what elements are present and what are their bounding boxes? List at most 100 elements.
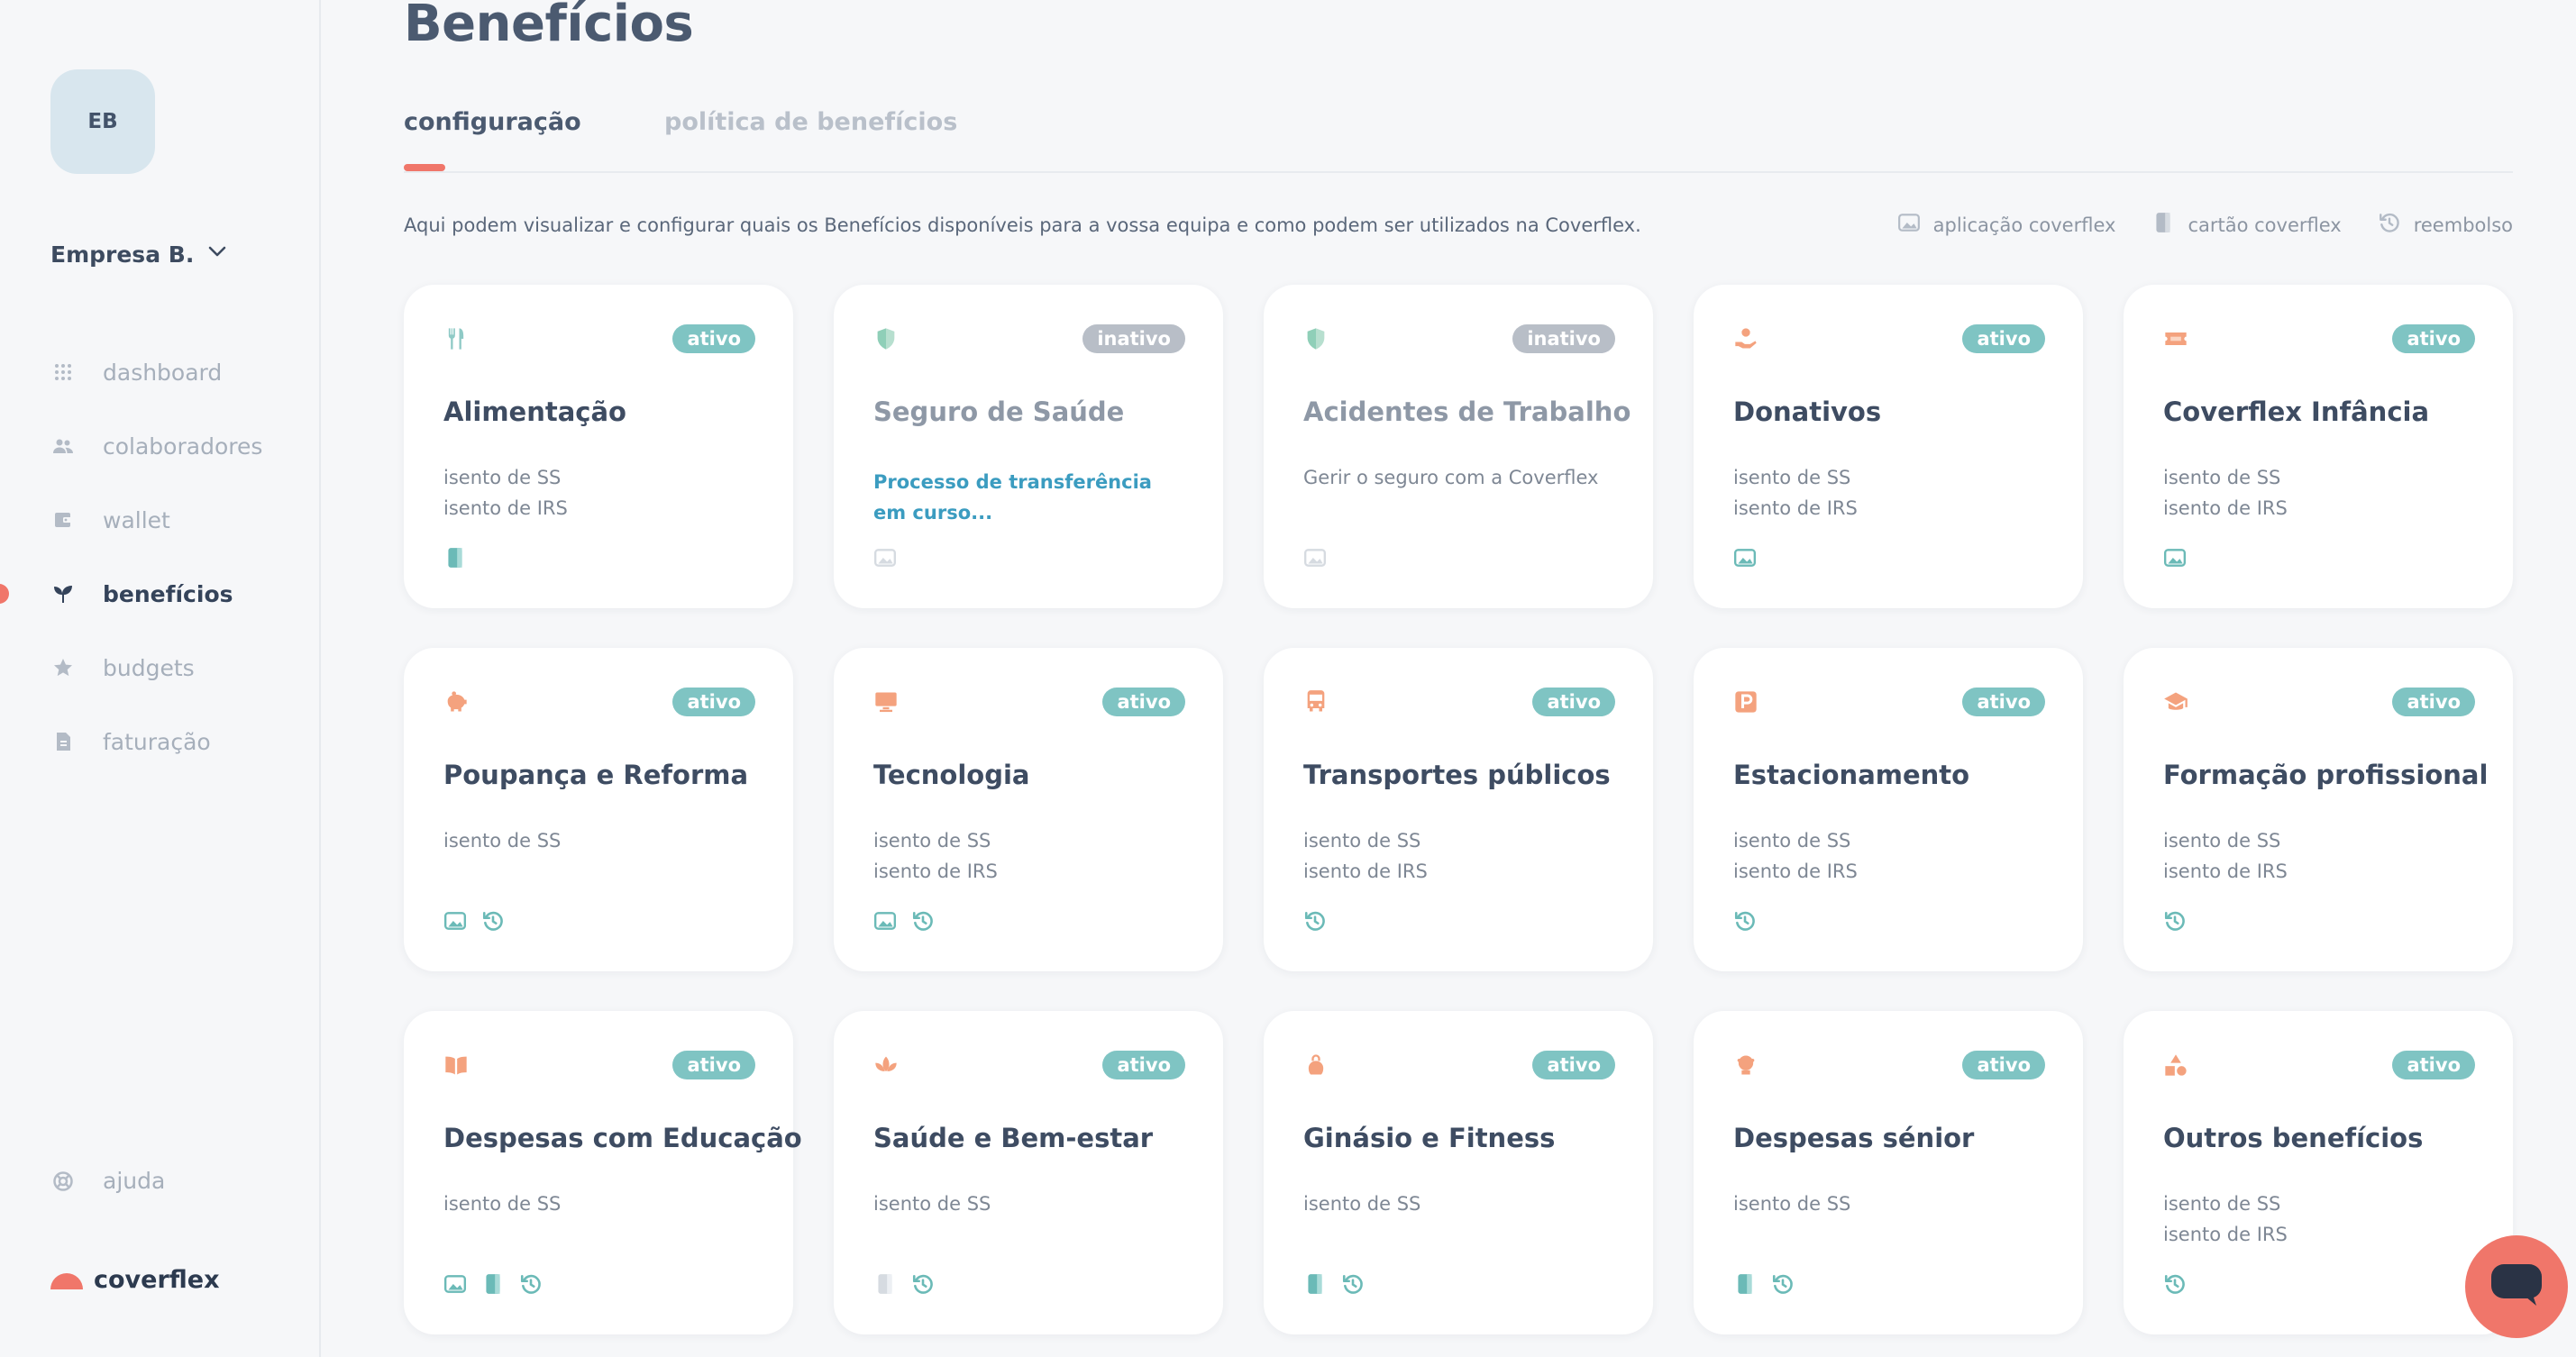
- feature-icons: [1733, 1272, 1795, 1299]
- sidebar-item-beneficios[interactable]: benefícios: [0, 557, 319, 631]
- benefit-card[interactable]: ativo Tecnologia isento de SS isento de IRS: [834, 648, 1223, 971]
- refund-icon: [911, 1272, 935, 1299]
- status-badge: ativo: [672, 1051, 755, 1079]
- graduation-cap-icon: [2163, 689, 2188, 715]
- benefit-card[interactable]: ativo Poupança e Reforma isento de SS: [404, 648, 793, 971]
- refund-icon: [481, 909, 505, 936]
- benefit-title: Acidentes de Trabalho: [1303, 396, 1631, 427]
- refund-icon: [1771, 1272, 1795, 1299]
- tab-label: configuração: [404, 108, 581, 136]
- tab-active-underline: [404, 164, 445, 171]
- chevron-down-icon: [206, 241, 228, 268]
- app-icon: [873, 546, 897, 573]
- status-badge: ativo: [1962, 688, 2045, 716]
- feature-icons: [873, 546, 897, 573]
- app-icon: [443, 909, 467, 936]
- refund-icon: [2163, 1272, 2187, 1299]
- tax-info-line: isento de SS: [443, 467, 562, 488]
- tax-info-line: isento de SS: [873, 830, 991, 852]
- benefit-card[interactable]: ativo Formação profissional isento de SS is…: [2124, 648, 2513, 971]
- transfer-status-link[interactable]: Processo de transferência em curso...: [873, 467, 1171, 528]
- benefit-title: Formação profissional: [2163, 760, 2489, 790]
- senior-icon: [1733, 1052, 1758, 1078]
- bus-icon: [1303, 689, 1329, 715]
- benefit-title: Outros benefícios: [2163, 1123, 2424, 1153]
- tax-info-line: isento de IRS: [2163, 861, 2288, 882]
- refund-icon: [2378, 211, 2401, 239]
- benefit-title: Donativos: [1733, 396, 1882, 427]
- tab-configuracao[interactable]: configuração: [404, 108, 581, 154]
- sidebar-item-faturacao[interactable]: faturação: [0, 705, 319, 779]
- donation-icon: [1733, 326, 1758, 351]
- sidebar-item-dashboard[interactable]: dashboard: [0, 335, 319, 409]
- card-icon: [873, 1272, 897, 1299]
- tax-info-line: isento de SS: [2163, 830, 2281, 852]
- tax-info-line: isento de SS: [1733, 830, 1851, 852]
- page-description: Aqui podem visualizar e configurar quais…: [404, 214, 1641, 236]
- benefit-card[interactable]: ativo Estacionamento isento de SS isento de…: [1694, 648, 2083, 971]
- page-title: Benefícios: [404, 0, 694, 53]
- benefit-card[interactable]: ativo Ginásio e Fitness isento de SS: [1264, 1011, 1653, 1334]
- benefit-title: Transportes públicos: [1303, 760, 1611, 790]
- benefit-card[interactable]: ativo Despesas com Educação isento de SS: [404, 1011, 802, 1334]
- tax-info-line: isento de SS: [873, 1193, 991, 1215]
- help-link[interactable]: ajuda: [52, 1168, 165, 1194]
- refund-icon: [1303, 909, 1327, 936]
- tax-info-line: isento de SS: [443, 830, 562, 852]
- refund-icon: [519, 1272, 543, 1299]
- app-icon: [1733, 546, 1757, 573]
- sidebar-item-label: dashboard: [103, 359, 223, 386]
- tab-bar: configuração política de benefícios: [404, 108, 2513, 173]
- book-icon: [443, 1052, 469, 1078]
- sidebar-item-label: colaboradores: [103, 433, 263, 460]
- benefit-title: Despesas sénior: [1733, 1123, 1975, 1153]
- status-badge: ativo: [1532, 688, 1615, 716]
- legend-item-card: cartão coverflex: [2151, 211, 2342, 239]
- chat-button[interactable]: [2465, 1235, 2568, 1338]
- benefit-card[interactable]: ativo Transportes públicos isento de SS ise…: [1264, 648, 1653, 971]
- avatar[interactable]: EB: [50, 69, 155, 174]
- benefit-card[interactable]: ativo Donativos isento de SS isento de IRS: [1694, 285, 2083, 608]
- sidebar-item-budgets[interactable]: budgets: [0, 631, 319, 705]
- benefit-card[interactable]: ativo Saúde e Bem-estar isento de SS: [834, 1011, 1223, 1334]
- tax-info-line: isento de IRS: [873, 861, 998, 882]
- tab-label: política de benefícios: [664, 108, 958, 136]
- tax-info-line: isento de IRS: [1303, 861, 1428, 882]
- status-badge: ativo: [2392, 688, 2475, 716]
- sidebar-item-wallet[interactable]: wallet: [0, 483, 319, 557]
- tab-politica-beneficios[interactable]: política de benefícios: [664, 108, 957, 154]
- feature-icons: [1303, 909, 1327, 936]
- benefit-card[interactable]: ativo Outros benefícios isento de SS isento…: [2124, 1011, 2513, 1334]
- feature-icons: [873, 909, 935, 936]
- tax-info-line: isento de IRS: [2163, 1224, 2288, 1245]
- company-selector[interactable]: Empresa B.: [50, 238, 228, 270]
- status-badge: ativo: [672, 324, 755, 353]
- parking-icon: [1733, 689, 1758, 715]
- sidebar-nav: dashboard colaboradores wallet benefício…: [0, 335, 319, 779]
- piggy-bank-icon: [443, 689, 469, 715]
- star-icon: [52, 657, 74, 678]
- feature-icons: [1303, 546, 1327, 573]
- app-icon: [2163, 546, 2187, 573]
- benefit-card[interactable]: ativo Despesas sénior isento de SS: [1694, 1011, 2083, 1334]
- app-icon: [443, 1272, 467, 1299]
- lotus-icon: [873, 1052, 899, 1078]
- benefit-title: Poupança e Reforma: [443, 760, 749, 790]
- shapes-icon: [2163, 1052, 2188, 1078]
- benefit-card[interactable]: ativo Coverflex Infância isento de SS isent…: [2124, 285, 2513, 608]
- feature-icons: [443, 546, 467, 573]
- shield-icon: [1303, 326, 1329, 351]
- active-indicator: [0, 584, 9, 604]
- sidebar-item-label: budgets: [103, 654, 195, 681]
- benefit-card[interactable]: ativo Alimentação isento de SS isento de IR…: [404, 285, 793, 608]
- benefit-card[interactable]: inativo Seguro de Saúde Processo de transf…: [834, 285, 1223, 608]
- people-icon: [52, 435, 74, 457]
- tax-info-line: isento de SS: [2163, 1193, 2281, 1215]
- refund-icon: [2163, 909, 2187, 936]
- benefit-title: Saúde e Bem-estar: [873, 1123, 1154, 1153]
- legend-label: reembolso: [2413, 214, 2513, 236]
- sidebar-item-colaboradores[interactable]: colaboradores: [0, 409, 319, 483]
- sidebar-item-label: benefícios: [103, 580, 233, 607]
- monitor-icon: [873, 689, 899, 715]
- benefit-card[interactable]: inativo Acidentes de Trabalho Gerir o segu…: [1264, 285, 1653, 608]
